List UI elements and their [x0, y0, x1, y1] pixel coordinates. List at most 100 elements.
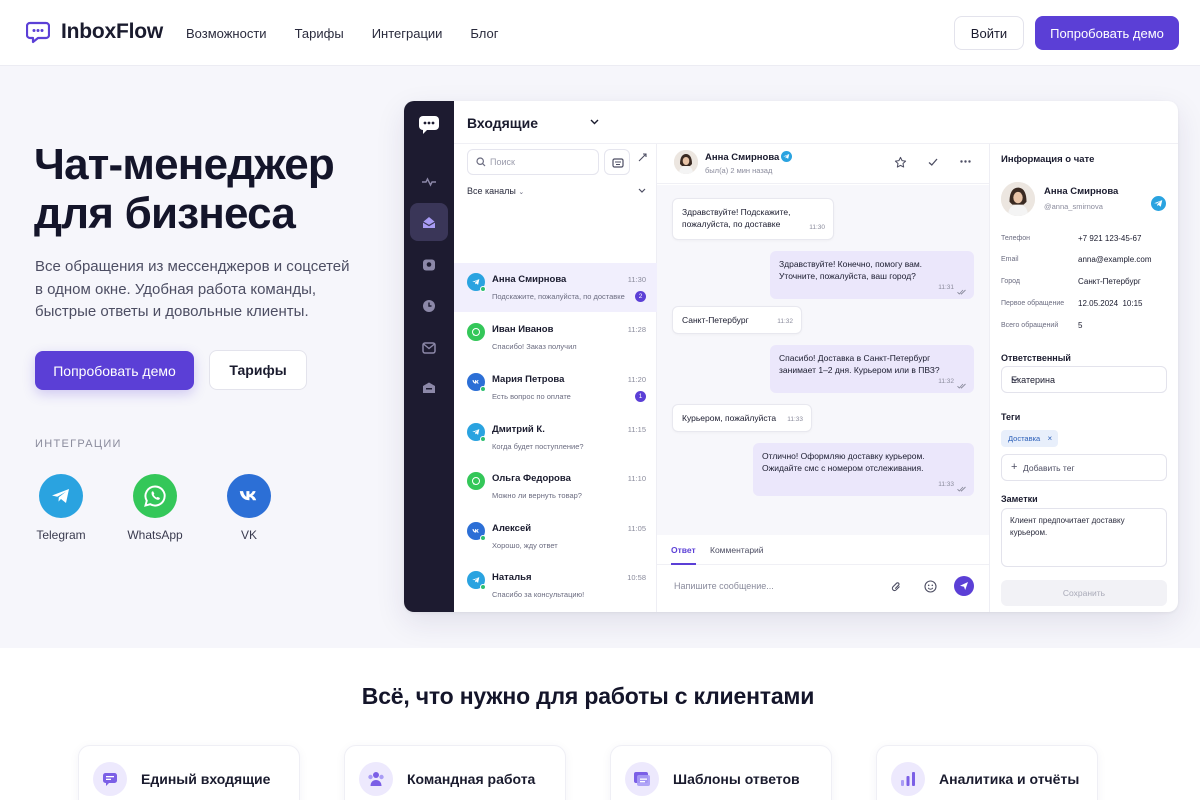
feature-title: Шаблоны ответов [673, 771, 800, 787]
field-value-city: Санкт-Петербург [1078, 277, 1141, 286]
more-icon[interactable] [960, 160, 971, 163]
archive-icon[interactable] [421, 380, 437, 396]
chat-bubble-icon [93, 762, 127, 796]
avatar[interactable] [1001, 182, 1035, 216]
integration-name: VK [240, 528, 257, 542]
whatsapp-icon [133, 474, 177, 518]
integration-whatsapp[interactable]: WhatsApp [115, 474, 195, 542]
add-tag-button[interactable]: + Добавить тег [1001, 454, 1167, 481]
search-input[interactable]: Поиск [467, 149, 599, 175]
double-check-icon [957, 486, 966, 492]
inbox-title[interactable]: Входящие [467, 115, 538, 131]
integrations-label: ИНТЕГРАЦИИ [35, 438, 122, 450]
feature-card-analytics[interactable]: Аналитика и отчёты [876, 745, 1098, 800]
message-text: Уточните, пожалуйста, ваш город? [779, 271, 916, 281]
conversation-name: Наталья [492, 572, 532, 583]
conversation-name: Иван Иванов [492, 324, 554, 335]
conversation-preview: Хорошо, жду ответ [492, 541, 558, 550]
online-indicator [480, 386, 486, 392]
app-preview-window: Входящие Поиск Все каналы ⌄ Анна Смирнов… [404, 101, 1178, 612]
message-thread: Здравствуйте! Подскажите, пожалуйста, по … [657, 185, 989, 535]
nav-link-integrations[interactable]: Интеграции [372, 26, 443, 41]
conversation-item[interactable]: Ольга Федорова 11:10 Можно ли вернуть това… [454, 462, 657, 511]
brand-name: InboxFlow [61, 20, 164, 43]
integration-vk[interactable]: VK [209, 474, 289, 542]
plus-icon: + [1011, 461, 1018, 473]
mail-icon[interactable] [421, 340, 437, 356]
chat-panel: Анна Смирнова был(а) 2 мин назад Здравст… [657, 144, 989, 612]
close-icon[interactable]: × [1048, 434, 1053, 443]
tab-reply[interactable]: Ответ [671, 545, 696, 555]
inbox-icon[interactable] [421, 214, 437, 230]
attachment-icon[interactable] [891, 581, 902, 593]
unread-badge: 2 [635, 291, 646, 302]
conversation-preview: Когда будет поступление? [492, 442, 584, 451]
filter-button[interactable] [604, 149, 630, 175]
collapse-chevron-icon[interactable] [638, 188, 646, 194]
conversation-item[interactable]: Иван Иванов 11:28 Спасибо! Заказ получил [454, 313, 657, 362]
clock-icon[interactable] [421, 298, 437, 314]
double-check-icon [957, 289, 966, 295]
features-title: Всё, что нужно для работы с клиентами [361, 683, 815, 709]
save-button[interactable]: Сохранить [1001, 580, 1167, 606]
feature-card-inbox[interactable]: Единый входящие [78, 745, 300, 800]
field-label-phone: Телефон [1001, 235, 1031, 242]
message-input[interactable]: Напишите сообщение... [674, 581, 774, 591]
nav-link-features[interactable]: Возможности [186, 26, 267, 41]
incoming-message: Здравствуйте! Подскажите, пожалуйста, по … [672, 198, 834, 240]
contacts-icon[interactable] [421, 257, 437, 273]
pulse-icon[interactable] [421, 174, 437, 190]
nav-link-pricing[interactable]: Тарифы [295, 26, 344, 41]
conversation-time: 11:15 [627, 425, 646, 434]
conversation-item[interactable]: Алексей 11:05 Хорошо, жду ответ [454, 512, 657, 561]
integration-telegram[interactable]: Telegram [21, 474, 101, 542]
chevron-down-icon[interactable] [590, 119, 599, 125]
login-button[interactable]: Войти [954, 16, 1024, 50]
online-indicator [480, 535, 486, 541]
conversation-item[interactable]: Наталья 10:58 Спасибо за консультацию! [454, 561, 657, 610]
conversation-item[interactable]: Дмитрий К. 11:15 Когда будет поступление? [454, 413, 657, 462]
field-value-first-contact: 12.05.2024 10:15 [1078, 299, 1143, 308]
filter-icon [612, 157, 624, 169]
online-indicator [480, 584, 486, 590]
tag-label: Доставка [1008, 434, 1041, 443]
message-time: 11:32 [777, 318, 793, 325]
telegram-icon [781, 151, 792, 162]
online-indicator [480, 286, 486, 292]
avatar[interactable] [674, 150, 698, 174]
reply-tabs: Ответ Комментарий [657, 535, 989, 565]
app-header: Входящие [454, 101, 1178, 144]
nav-link-blog[interactable]: Блог [470, 26, 498, 41]
try-demo-button[interactable]: Попробовать демо [1035, 16, 1179, 50]
chat-header: Анна Смирнова был(а) 2 мин назад [657, 144, 989, 184]
send-button[interactable] [954, 576, 974, 596]
tab-comment[interactable]: Комментарий [710, 545, 764, 555]
analytics-icon [891, 762, 925, 796]
hero-tariffs-button[interactable]: Тарифы [209, 350, 307, 390]
assignee-label: Ответственный [1001, 353, 1071, 363]
conversation-preview: Спасибо за консультацию! [492, 590, 585, 599]
info-title: Информация о чате [1001, 154, 1095, 165]
conversation-name: Мария Петрова [492, 374, 565, 385]
message-text: Санкт-Петербург [682, 315, 749, 325]
hero-subtitle: Все обращения из мессенджеров и соцсетей… [35, 258, 350, 320]
field-label-total: Всего обращений [1001, 322, 1059, 329]
feature-card-team[interactable]: Командная работа [344, 745, 566, 800]
assignee-select[interactable]: Екатерина [1001, 366, 1167, 393]
conversation-name: Дмитрий К. [492, 424, 545, 435]
hero-try-demo-button[interactable]: Попробовать демо [35, 351, 194, 390]
emoji-icon[interactable] [924, 580, 937, 593]
compose-icon[interactable] [638, 153, 647, 162]
tag-chip[interactable]: Доставка × [1001, 430, 1059, 447]
star-icon[interactable] [894, 156, 907, 169]
search-icon [476, 157, 486, 167]
check-icon[interactable] [927, 156, 939, 168]
brand-logo[interactable]: InboxFlow [26, 20, 163, 44]
message-text: Спасибо! Доставка в Санкт-Петербург [779, 353, 931, 363]
conversation-item[interactable]: Мария Петрова 11:20 Есть вопрос по оплате 1 [454, 363, 657, 412]
channel-filter[interactable]: Все каналы ⌄ [467, 186, 524, 196]
conversation-time: 11:28 [627, 325, 646, 334]
notes-field[interactable]: Клиент предпочитает доставку курьером. [1001, 508, 1167, 567]
conversation-item[interactable]: Анна Смирнова 11:30 Подскажите, пожалуйста… [454, 263, 657, 312]
feature-card-templates[interactable]: Шаблоны ответов [610, 745, 832, 800]
